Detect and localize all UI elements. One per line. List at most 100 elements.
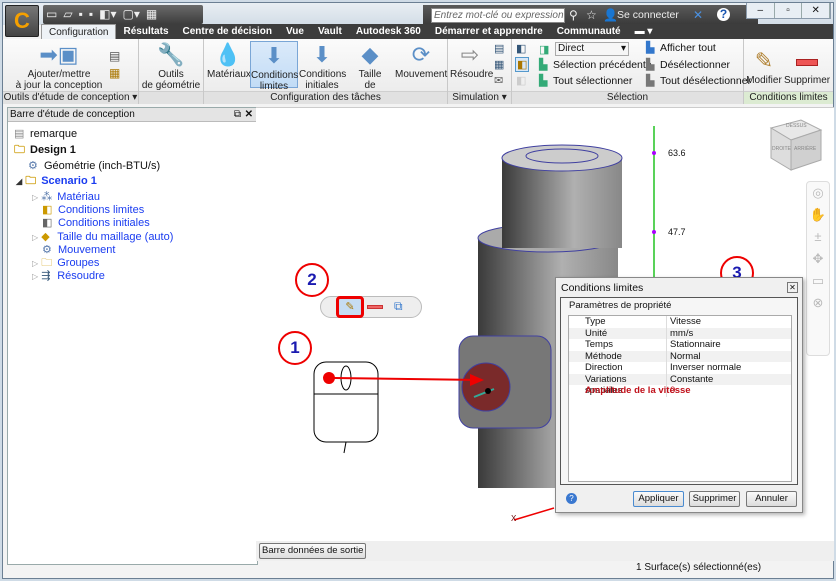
view-icon[interactable]: ◧▾	[99, 7, 116, 21]
selection-mode-dropdown[interactable]: Direct ▾	[555, 42, 629, 56]
delete-boundary-button[interactable]	[367, 305, 383, 309]
tree-item-material[interactable]: ▷ ⁂ Matériau	[32, 191, 100, 204]
save-as-icon[interactable]: ▪	[89, 7, 93, 21]
open-icon[interactable]: ▱	[63, 7, 72, 21]
tab-vault[interactable]: Vault	[311, 24, 349, 39]
exchange-icon[interactable]: ✕	[693, 8, 703, 22]
tree-item-boundary-conditions[interactable]: ◧ Conditions limites	[42, 204, 144, 217]
delete-button[interactable]: Supprimer	[784, 47, 830, 86]
save-icon[interactable]: ▪	[79, 7, 83, 21]
expand-icon[interactable]: ▷	[32, 272, 38, 281]
property-row-time[interactable]: Temps Stationnaire	[569, 339, 791, 351]
search-input[interactable]: Entrez mot-clé ou expression	[431, 8, 565, 23]
tab-community[interactable]: Communauté	[550, 24, 628, 39]
tree-item-design[interactable]: 🗀 Design 1	[14, 144, 76, 157]
property-value[interactable]: Stationnaire	[667, 339, 721, 351]
select-all-button[interactable]: ▙ Tout sélectionner	[539, 74, 632, 89]
list-icon[interactable]: ▤	[494, 42, 504, 55]
tab-getting-started[interactable]: Démarrer et apprendre	[428, 24, 550, 39]
delete-button[interactable]: Supprimer	[689, 491, 740, 507]
maximize-button[interactable]: ▫	[775, 3, 803, 18]
update-design-button[interactable]: ➡▣ Ajouter/mettre à jour la conception	[9, 41, 109, 91]
property-row-direction[interactable]: Direction Inverser normale	[569, 362, 791, 374]
tree-item-scenario[interactable]: ◢ 🗀 Scenario 1	[16, 175, 97, 188]
grid-icon[interactable]: ▦	[146, 7, 157, 21]
motion-button[interactable]: ⟳ Mouvement	[395, 41, 447, 80]
look-at-icon[interactable]: ▭	[807, 270, 829, 292]
star-icon[interactable]: ☆	[586, 8, 597, 22]
close-icon[interactable]: ✕	[787, 282, 798, 293]
boundary-conditions-button[interactable]: ⬇ Conditions limites	[250, 41, 298, 92]
tab-decision-center[interactable]: Centre de décision	[176, 24, 279, 39]
panel-label[interactable]: Simulation ▾	[448, 91, 511, 104]
orbit-icon[interactable]: ✥	[807, 248, 829, 270]
tree-item-geometry[interactable]: ⚙ Géométrie (inch-BTU/s)	[28, 160, 160, 173]
tree-item-note[interactable]: ▤ remarque	[14, 128, 77, 141]
close-button[interactable]: ✕	[802, 3, 831, 18]
tree-item-mesh[interactable]: ▷ ◆ Taille du maillage (auto)	[32, 231, 173, 244]
minimize-button[interactable]: –	[747, 3, 775, 18]
edit-boundary-button[interactable]: ✎	[336, 296, 364, 318]
expand-icon[interactable]: ▷	[32, 259, 38, 268]
tree-item-solve[interactable]: ▷ ⇶ Résoudre	[32, 270, 105, 283]
table-icon[interactable]: ▦	[494, 58, 504, 71]
help-icon[interactable]: ?	[717, 8, 730, 21]
deselect-all-button[interactable]: ▙ Tout désélectionner	[646, 74, 751, 89]
tab-autodesk-360[interactable]: Autodesk 360	[349, 24, 428, 39]
tab-results[interactable]: Résultats	[116, 24, 175, 39]
cancel-button[interactable]: Annuler	[746, 491, 797, 507]
tree-item-motion[interactable]: ⚙ Mouvement	[42, 244, 115, 257]
collapse-icon[interactable]: ◢	[16, 177, 22, 186]
property-value[interactable]: Vitesse	[667, 316, 701, 328]
apply-button[interactable]: Appliquer	[633, 491, 684, 507]
initial-conditions-button[interactable]: ⬇ Conditions initiales	[299, 41, 346, 91]
hide-icon[interactable]: ⧉	[394, 299, 403, 314]
output-bar-button[interactable]: Barre données de sortie	[259, 543, 367, 559]
panel-label[interactable]: Outils d'étude de conception ▾	[3, 91, 138, 104]
list-icon[interactable]: ▤	[109, 49, 120, 63]
app-menu-button[interactable]: C	[5, 5, 39, 37]
pan-icon[interactable]: ✋	[807, 204, 829, 226]
expand-icon[interactable]: ▷	[32, 193, 38, 202]
property-value[interactable]: Normal	[667, 351, 701, 363]
cube-icon[interactable]: ▢▾	[122, 7, 139, 21]
float-icon[interactable]: ⧉	[234, 108, 241, 122]
tree-item-initial-conditions[interactable]: ◧ Conditions initiales	[42, 217, 150, 230]
geometry-tools-button[interactable]: 🔧 Outils de géométrie	[141, 41, 201, 91]
binoculars-icon[interactable]: ⚲	[569, 8, 578, 22]
selected-face[interactable]	[461, 362, 511, 412]
design-study-bar-header: Barre d'étude de conception ⧉ ✕	[8, 108, 257, 122]
tree-item-groups[interactable]: ▷ 🗀 Groupes	[32, 257, 99, 270]
close-icon[interactable]: ✕	[245, 108, 253, 122]
materials-button[interactable]: 💧 Matériaux	[207, 41, 251, 80]
select-face-icon[interactable]: ◧	[516, 42, 526, 55]
new-icon[interactable]: ▭	[46, 7, 57, 21]
property-row-velocity[interactable]: Amplitude de la vitesse 0	[569, 385, 791, 397]
previous-selection-button[interactable]: ▙ Sélection précédente	[539, 58, 652, 73]
property-value[interactable]: Constante	[667, 374, 713, 386]
edit-button[interactable]: ✎ Modifier	[745, 47, 783, 86]
select-edge-icon[interactable]: ◧	[516, 74, 526, 87]
zoom-extents-icon[interactable]: ⊗	[807, 292, 829, 314]
property-value[interactable]: Inverser normale	[667, 362, 741, 374]
mail-icon[interactable]: ✉	[494, 74, 503, 87]
tab-extra-dropdown[interactable]: ▬ ▾	[628, 24, 660, 39]
property-value[interactable]: mm/s	[667, 328, 693, 340]
zoom-icon[interactable]: ±	[807, 226, 829, 248]
expand-icon[interactable]: ▷	[32, 233, 38, 242]
table-icon[interactable]: ▦	[109, 66, 120, 80]
sign-in-link[interactable]: Se connecter	[617, 9, 679, 21]
property-row-method[interactable]: Méthode Normal	[569, 350, 791, 363]
select-volume-icon[interactable]: ◧	[515, 57, 530, 72]
steering-wheel-icon[interactable]: ◎	[807, 182, 829, 204]
solve-button[interactable]: ⇨ Résoudre	[450, 41, 493, 80]
property-row-spatial[interactable]: Variations spatiales Constante	[569, 373, 791, 396]
tab-view[interactable]: Vue	[279, 24, 311, 39]
help-icon[interactable]: ?	[566, 493, 577, 504]
deselect-button[interactable]: ▙ Désélectionner	[646, 58, 730, 73]
show-all-button[interactable]: ▙ Afficher tout	[646, 41, 716, 56]
property-row-type[interactable]: Type Vitesse	[569, 316, 791, 328]
property-row-unit[interactable]: Unité mm/s	[569, 327, 791, 340]
tab-configuration[interactable]: Configuration	[41, 24, 117, 39]
property-value[interactable]: 0	[667, 385, 675, 397]
